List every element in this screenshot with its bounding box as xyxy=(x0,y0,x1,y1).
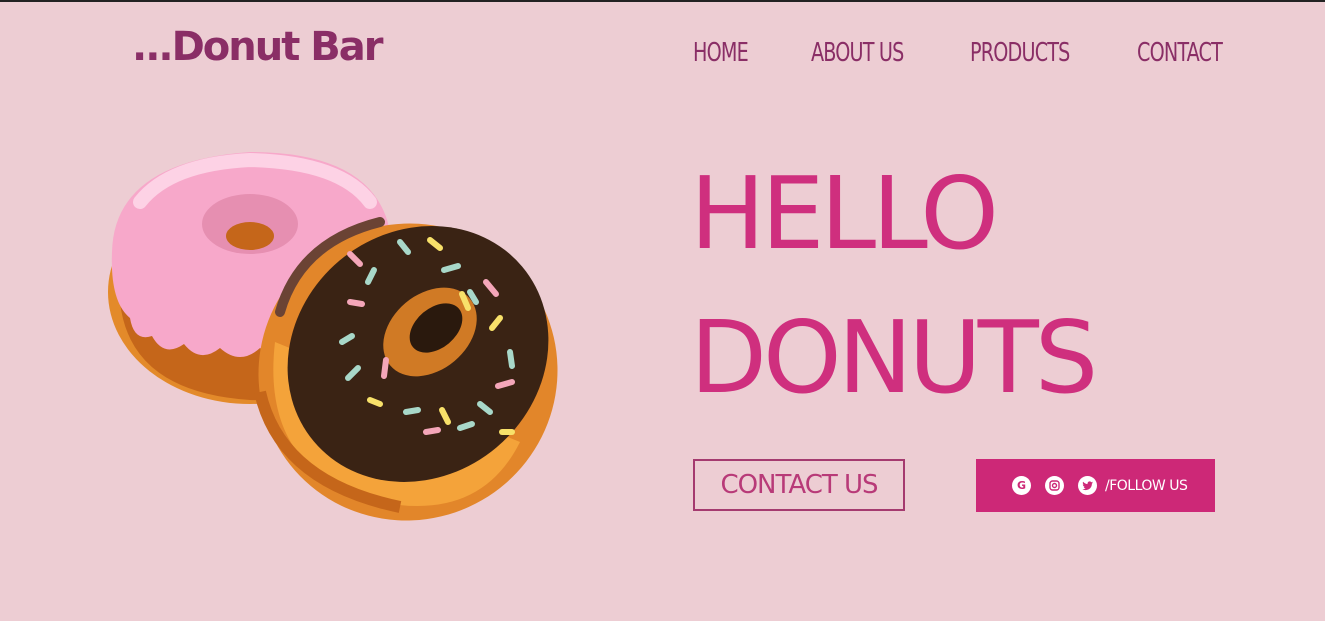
instagram-icon[interactable] xyxy=(1045,476,1064,495)
nav-item-about-us[interactable]: ABOUT US xyxy=(811,38,904,68)
follow-us-label: /FOLLOW US xyxy=(1105,477,1188,494)
nav-item-contact[interactable]: CONTACT xyxy=(1137,38,1223,68)
hero-title-line1: HELLO xyxy=(690,155,999,272)
twitter-icon[interactable] xyxy=(1078,476,1097,495)
follow-us-bar[interactable]: G /FOLLOW US xyxy=(976,459,1215,512)
contact-us-button[interactable]: CONTACT US xyxy=(693,459,905,511)
donuts-illustration xyxy=(108,152,558,521)
nav-item-products[interactable]: PRODUCTS xyxy=(970,38,1070,68)
hero-title: HELLO DONUTS xyxy=(690,142,1098,430)
main-nav: HOME ABOUT US PRODUCTS CONTACT xyxy=(0,38,1325,78)
google-glyph: G xyxy=(1016,479,1027,492)
google-icon[interactable]: G xyxy=(1012,476,1031,495)
nav-item-home[interactable]: HOME xyxy=(693,38,749,68)
hero-title-line2: DONUTS xyxy=(690,299,1098,416)
